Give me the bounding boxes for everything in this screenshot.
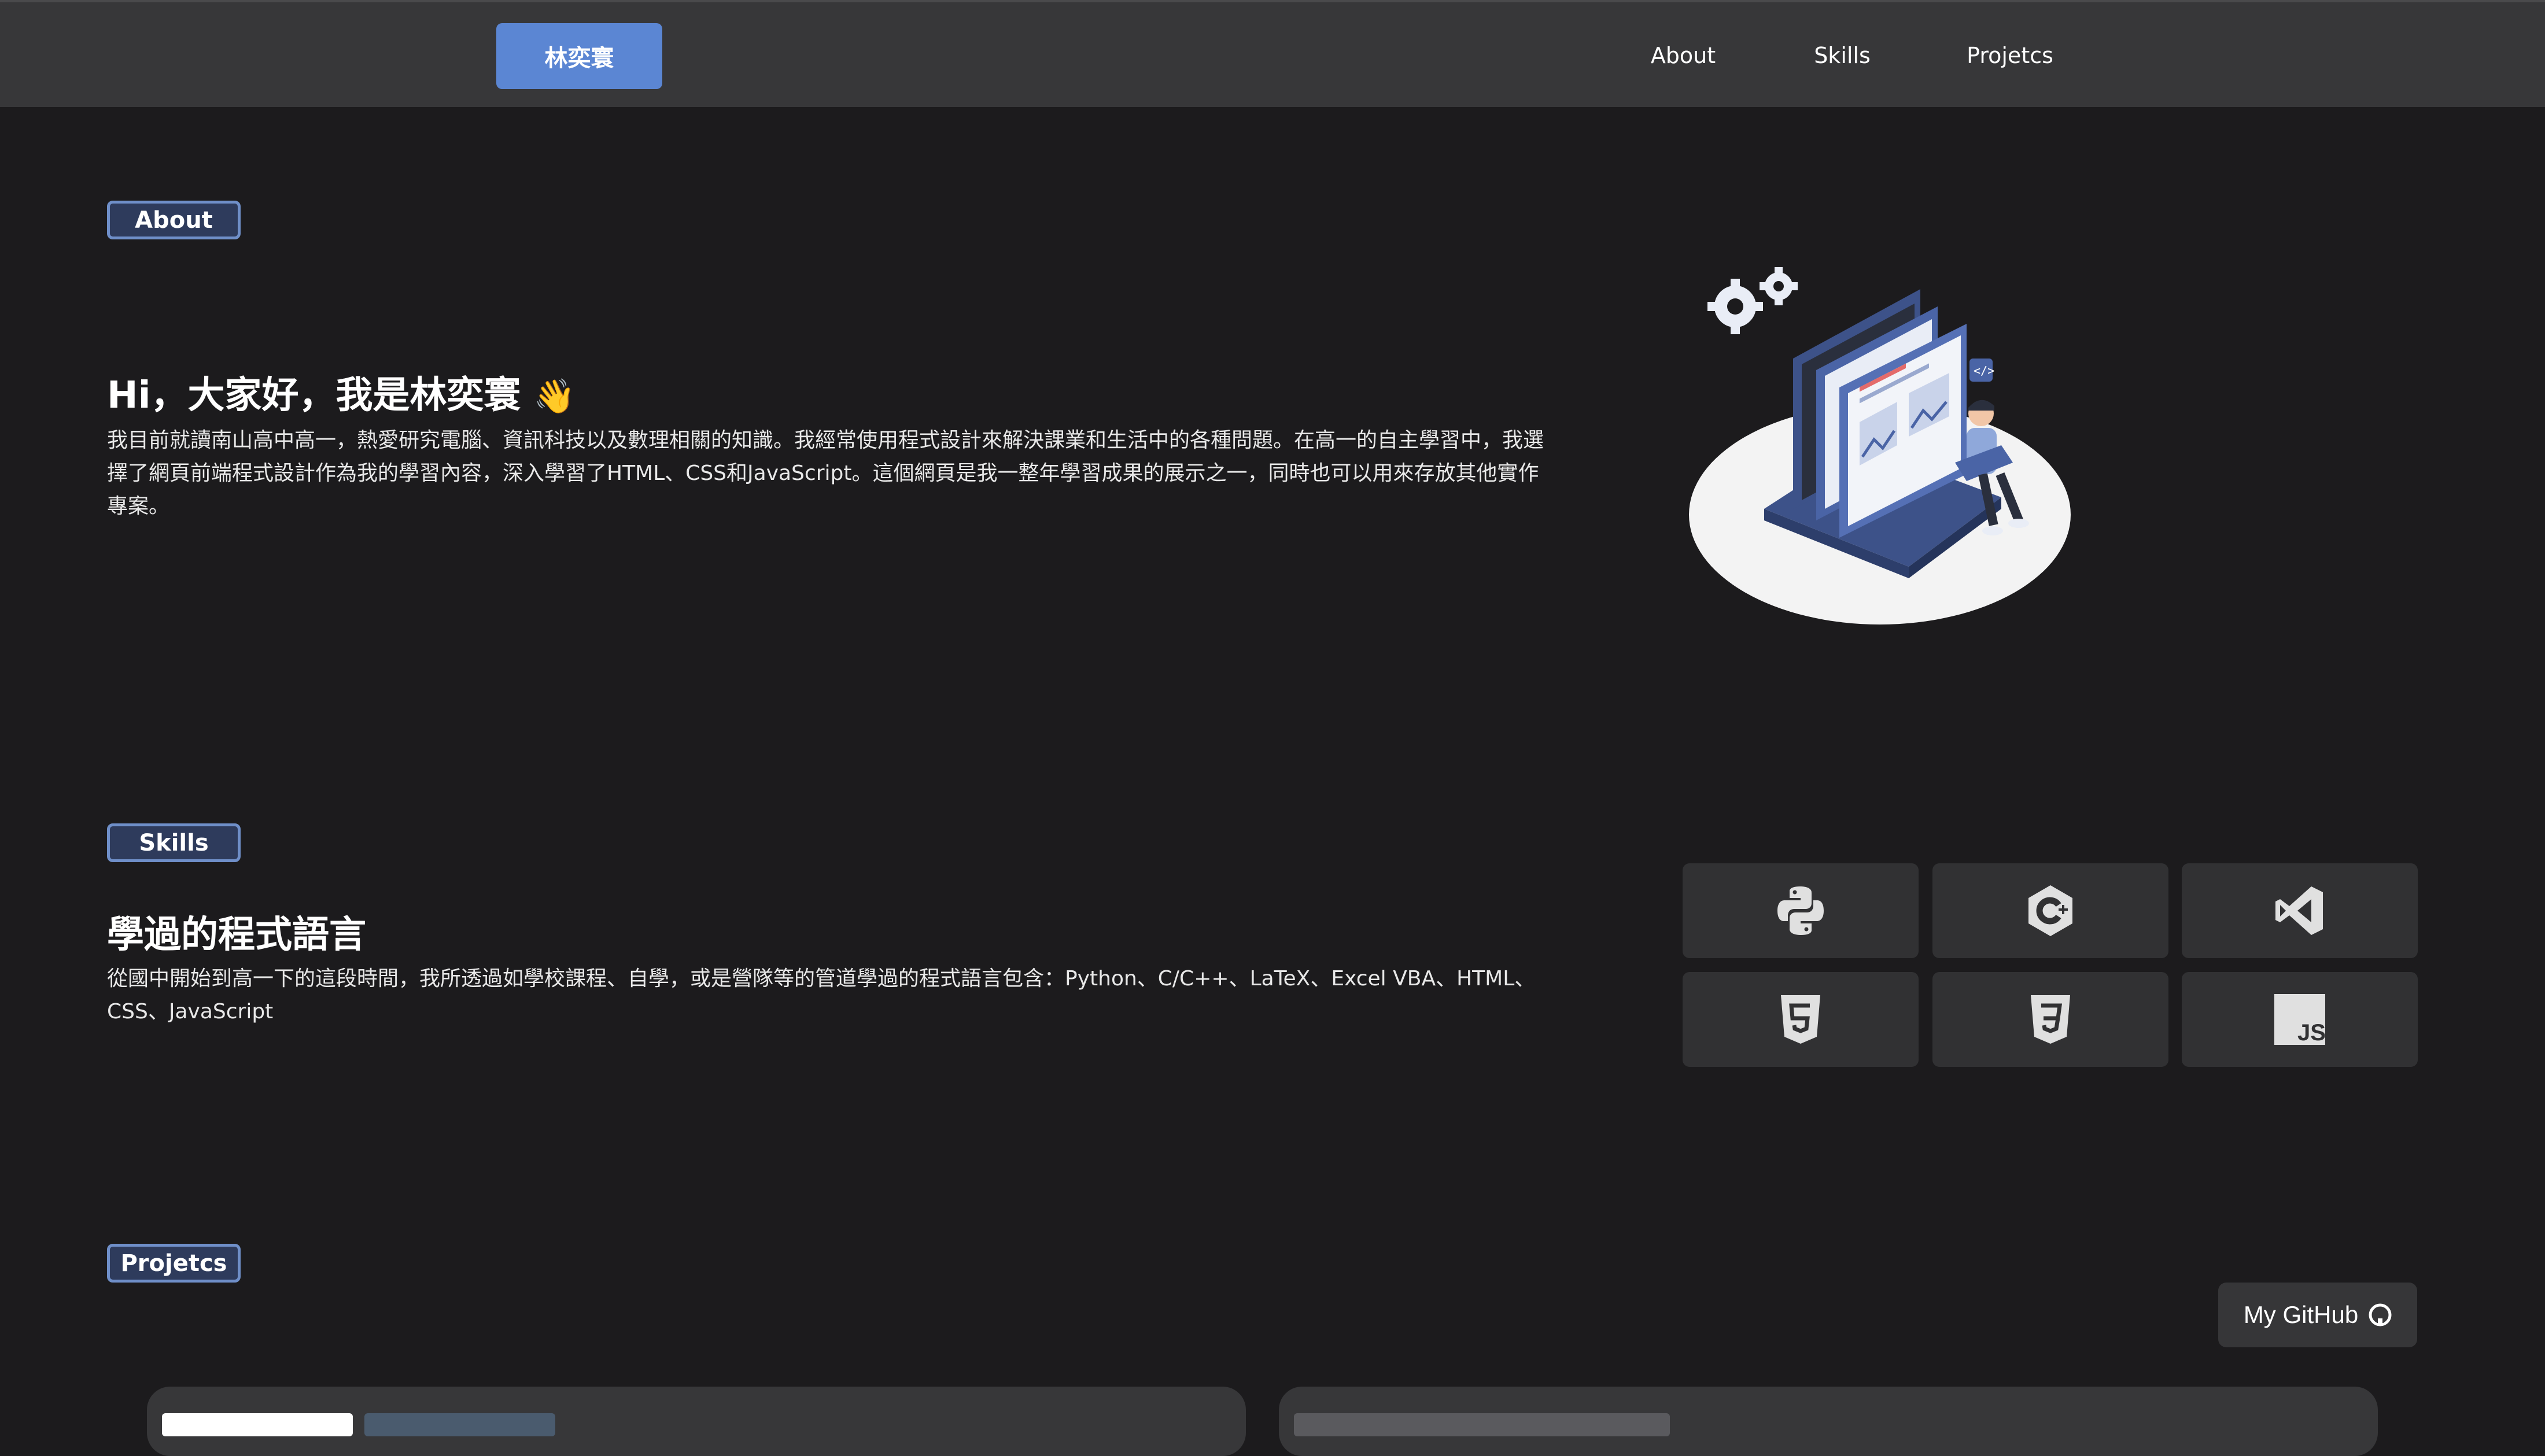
- about-headline: Hi，大家好，我是林奕寰 👋: [107, 365, 576, 419]
- github-button[interactable]: My GitHub: [2218, 1283, 2417, 1347]
- skill-tile-vscode: [2182, 863, 2418, 958]
- project-thumbnail: [364, 1413, 555, 1436]
- projects-badge: Projetcs: [107, 1244, 241, 1283]
- skills-line: CSS、JavaScript: [107, 1000, 274, 1023]
- nav-link-skills[interactable]: Skills: [1808, 37, 1877, 74]
- html5-icon: [1781, 995, 1820, 1044]
- svg-text:</>: </>: [1974, 364, 1994, 378]
- skill-tile-javascript: JS: [2182, 972, 2418, 1067]
- skill-tile-python: [1683, 863, 1919, 958]
- nav-link-projects[interactable]: Projetcs: [1958, 37, 2062, 74]
- nav-link-about[interactable]: About: [1643, 37, 1724, 74]
- skill-tile-css3: [1932, 972, 2168, 1067]
- skills-headline: 學過的程式語言: [107, 914, 366, 956]
- skills-badge: Skills: [107, 823, 241, 862]
- c-plus-plus-icon: [2028, 885, 2072, 936]
- about-line: 我目前就讀南山高中高一，熱愛研究電腦、資訊科技以及數理相關的知識。我經常使用程式…: [107, 428, 1544, 452]
- about-line: 專案。: [107, 494, 170, 518]
- js-label: JS: [2297, 1020, 2326, 1045]
- skill-tile-html5: [1683, 972, 1919, 1067]
- skill-tile-cpp: [1932, 863, 2168, 958]
- wave-icon: 👋: [533, 376, 576, 416]
- github-button-label: My GitHub: [2243, 1301, 2359, 1328]
- javascript-icon: JS: [2274, 994, 2326, 1045]
- navbar: 林奕寰 About Skills Projetcs: [0, 0, 2545, 107]
- about-badge: About: [107, 201, 241, 239]
- about-paragraph: 我目前就讀南山高中高一，熱愛研究電腦、資訊科技以及數理相關的知識。我經常使用程式…: [107, 424, 1588, 523]
- project-thumbnail: [1294, 1413, 1670, 1436]
- github-icon: [2369, 1303, 2392, 1326]
- project-card[interactable]: [147, 1387, 1246, 1456]
- python-icon: [1777, 886, 1824, 935]
- css3-icon: [2031, 995, 2070, 1044]
- developer-illustration: </>: [1689, 267, 2071, 624]
- skills-line: 從國中開始到高一下的這段時間，我所透過如學校課程、自學，或是營隊等的管道學過的程…: [107, 967, 1536, 991]
- skills-paragraph: 從國中開始到高一下的這段時間，我所透過如學校課程、自學，或是營隊等的管道學過的程…: [107, 962, 1588, 1028]
- about-line: 擇了網頁前端程式設計作為我的學習內容，深入學習了HTML、CSS和JavaScr…: [107, 461, 1539, 485]
- brand-button[interactable]: 林奕寰: [496, 23, 662, 89]
- vscode-icon: [2275, 886, 2323, 935]
- project-thumbnail: [162, 1413, 353, 1436]
- project-card[interactable]: [1279, 1387, 2378, 1456]
- about-headline-text: Hi，大家好，我是林奕寰: [107, 374, 521, 417]
